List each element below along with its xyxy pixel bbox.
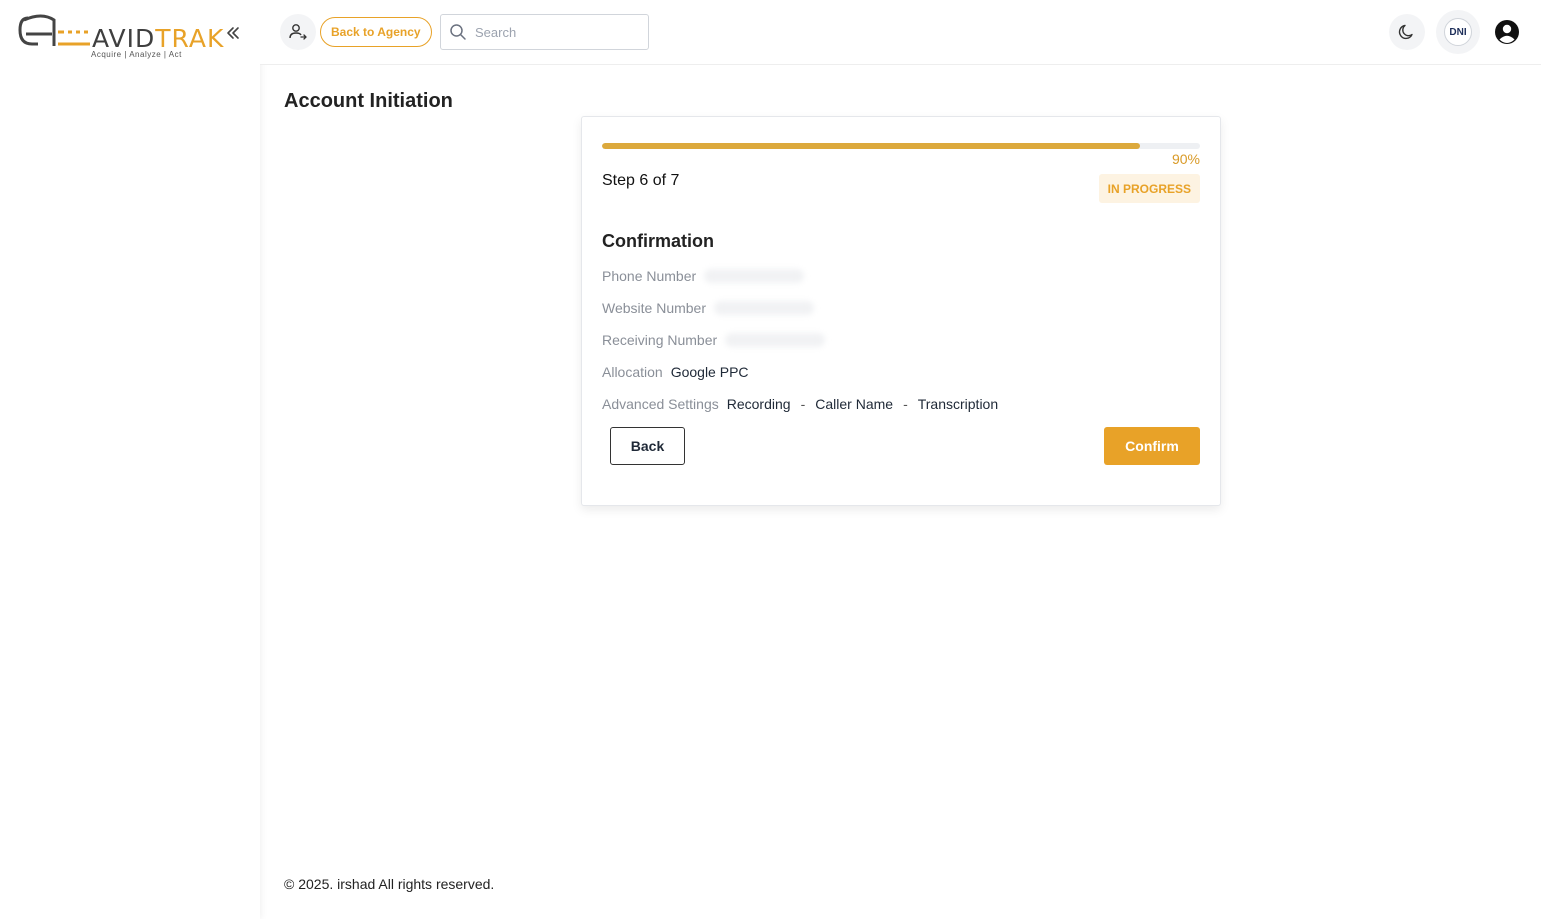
advanced-setting-transcription: Transcription [917, 396, 999, 412]
brand-tagline: Acquire | Analyze | Act [91, 50, 182, 59]
theme-toggle-button[interactable] [1389, 14, 1425, 50]
status-badge: IN PROGRESS [1098, 174, 1200, 203]
website-number-row: Website Number [602, 300, 815, 316]
phone-number-label: Phone Number [602, 268, 697, 284]
brand-wordmark: AVIDTRAK [92, 24, 224, 53]
brand-name-part1: AVID [92, 24, 156, 53]
wizard-card: 90% Step 6 of 7 IN PROGRESS Confirmation… [581, 116, 1221, 506]
switch-user-button[interactable] [280, 14, 316, 50]
receiving-number-label: Receiving Number [602, 332, 718, 348]
website-number-label: Website Number [602, 300, 707, 316]
advanced-setting-caller-name: Caller Name [815, 396, 894, 412]
progress-percent: 90% [1171, 151, 1200, 167]
dni-badge: DNI [1444, 18, 1472, 46]
separator: - [903, 396, 908, 412]
user-circle-icon[interactable] [1493, 18, 1521, 46]
search-box[interactable] [440, 14, 649, 50]
allocation-value: Google PPC [670, 364, 749, 380]
back-button[interactable]: Back [610, 427, 685, 465]
allocation-row: Allocation Google PPC [602, 364, 749, 380]
phone-number-row: Phone Number [602, 268, 805, 284]
logo-mark-icon [18, 14, 90, 46]
page-title: Account Initiation [284, 90, 453, 112]
progress-bar-fill [602, 143, 1141, 149]
users-icon [289, 24, 307, 40]
back-to-agency-button[interactable]: Back to Agency [320, 17, 432, 47]
chevrons-left-icon[interactable] [224, 24, 242, 42]
brand-logo[interactable]: AVIDTRAK Acquire | Analyze | Act [18, 10, 223, 62]
phone-number-value-redacted [704, 269, 805, 283]
brand-name-part2: TRAK [155, 24, 225, 53]
advanced-settings-label: Advanced Settings [602, 396, 719, 412]
sidebar: AVIDTRAK Acquire | Analyze | Act [0, 0, 260, 919]
confirm-button[interactable]: Confirm [1104, 427, 1200, 465]
separator: - [800, 396, 806, 412]
top-bar: Back to Agency DNI [260, 0, 1541, 65]
advanced-setting-recording: Recording [726, 396, 791, 412]
search-icon [450, 24, 466, 40]
allocation-label: Allocation [602, 364, 663, 380]
footer-copyright: © 2025. irshad All rights reserved. [284, 876, 495, 892]
receiving-number-value-redacted [725, 333, 826, 347]
moon-icon [1398, 24, 1413, 40]
receiving-number-row: Receiving Number [602, 332, 826, 348]
search-input[interactable] [475, 24, 635, 40]
dni-button[interactable]: DNI [1436, 10, 1480, 54]
website-number-value-redacted [714, 301, 815, 315]
advanced-settings-row: Advanced Settings Recording - Caller Nam… [602, 396, 998, 412]
section-title: Confirmation [602, 231, 714, 251]
progress-bar [602, 143, 1200, 149]
step-indicator: Step 6 of 7 [602, 172, 680, 189]
